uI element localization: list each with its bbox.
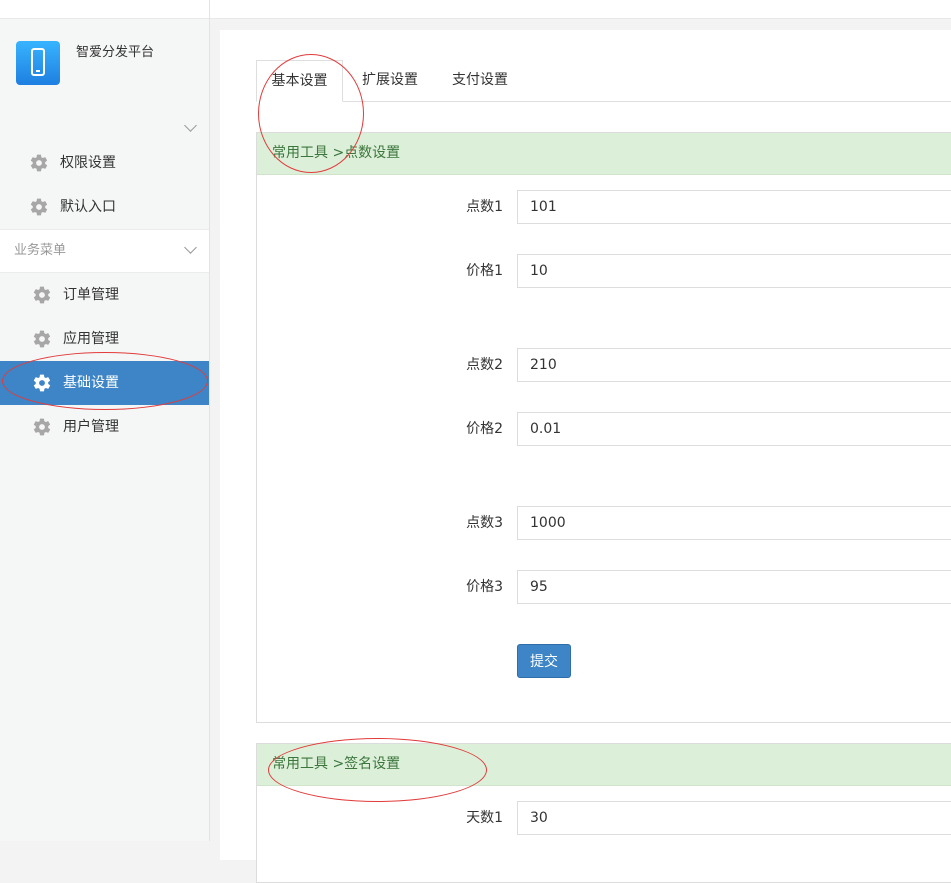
form-row-points-2: 点数2 (257, 348, 951, 382)
sidebar-item-apps[interactable]: 应用管理 (0, 317, 209, 361)
points-3-input[interactable] (517, 506, 951, 540)
price-3-input[interactable] (517, 570, 951, 604)
tab-payment-settings[interactable]: 支付设置 (452, 60, 508, 101)
sidebar-item-default-entry[interactable]: 默认入口 (0, 185, 209, 229)
field-label: 价格2 (466, 421, 503, 437)
field-label: 天数1 (466, 810, 503, 826)
sidebar-item-label: 权限设置 (60, 155, 116, 171)
chevron-down-icon (184, 119, 197, 132)
sidebar-item-label: 订单管理 (63, 287, 119, 303)
gear-icon (33, 286, 51, 304)
points-2-input[interactable] (517, 348, 951, 382)
sidebar-item-label: 应用管理 (63, 331, 119, 347)
form-row-price-2: 价格2 (257, 412, 951, 446)
sidebar-group-label: 业务菜单 (14, 243, 67, 258)
sidebar-item-label: 默认入口 (60, 199, 116, 215)
sidebar-item-basic-settings[interactable]: 基础设置 (0, 361, 209, 405)
field-label: 点数1 (466, 199, 503, 215)
sidebar-item-users[interactable]: 用户管理 (0, 405, 209, 449)
sidebar-item-orders[interactable]: 订单管理 (0, 273, 209, 317)
gear-icon (30, 154, 48, 172)
price-1-input[interactable] (517, 254, 951, 288)
settings-tabs: 基本设置 扩展设置 支付设置 (256, 60, 951, 102)
panel-heading: 常用工具 >点数设置 (257, 133, 951, 175)
sidebar-item-permissions[interactable]: 权限设置 (0, 141, 209, 185)
sidebar: 智爱分发平台 权限设置 默认入口 业务菜单 订单管理 应用管理 基础设置 用户管… (0, 0, 210, 841)
gear-icon (30, 198, 48, 216)
top-bar (210, 0, 951, 19)
panel-heading: 常用工具 >签名设置 (257, 744, 951, 786)
sidebar-top-strip (0, 0, 209, 19)
days-1-input[interactable] (517, 801, 951, 835)
form-row-price-1: 价格1 (257, 254, 951, 288)
price-2-input[interactable] (517, 412, 951, 446)
chevron-down-icon (184, 241, 197, 254)
field-label: 点数2 (466, 357, 503, 373)
phone-icon (16, 41, 60, 85)
form-row-points-1: 点数1 (257, 190, 951, 224)
brand-name: 智爱分发平台 (76, 45, 155, 60)
points-1-input[interactable] (517, 190, 951, 224)
submit-button[interactable]: 提交 (517, 644, 571, 678)
main-content: 基本设置 扩展设置 支付设置 常用工具 >点数设置 点数1 价格1 点数2 价格… (220, 30, 951, 883)
brand: 智爱分发平台 (0, 19, 209, 119)
tab-extended-settings[interactable]: 扩展设置 (362, 60, 418, 101)
form-row-points-3: 点数3 (257, 506, 951, 540)
points-settings-panel: 常用工具 >点数设置 点数1 价格1 点数2 价格2 点数3 价格3 提交 (256, 132, 951, 723)
form-row-days-1: 天数1 (257, 801, 951, 835)
signature-settings-panel: 常用工具 >签名设置 天数1 (256, 743, 951, 883)
sidebar-group-business[interactable]: 业务菜单 (0, 229, 209, 273)
gear-icon (33, 374, 51, 392)
gear-icon (33, 418, 51, 436)
field-label: 价格1 (466, 263, 503, 279)
gear-icon (33, 330, 51, 348)
tab-basic-settings[interactable]: 基本设置 (256, 60, 343, 102)
sidebar-item-label: 基础设置 (63, 375, 119, 391)
field-label: 点数3 (466, 515, 503, 531)
sidebar-item-label: 用户管理 (63, 419, 119, 435)
form-row-price-3: 价格3 (257, 570, 951, 604)
sidebar-collapse-toggle[interactable] (0, 119, 209, 141)
field-label: 价格3 (466, 579, 503, 595)
